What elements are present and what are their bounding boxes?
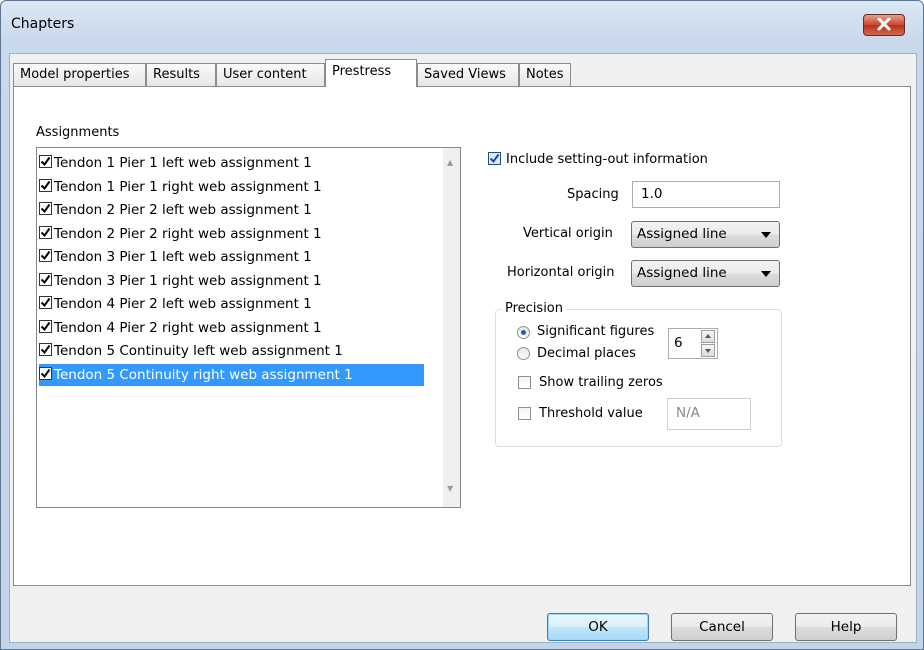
tab-results[interactable]: Results bbox=[146, 63, 216, 86]
item-checkbox[interactable] bbox=[39, 225, 52, 239]
list-item-label: Tendon 3 Pier 1 right web assignment 1 bbox=[54, 272, 322, 289]
item-checkbox[interactable] bbox=[39, 202, 52, 215]
vertical-origin-value: Assigned line bbox=[637, 226, 727, 242]
item-checkbox[interactable] bbox=[39, 319, 52, 333]
precision-digits-value: 6 bbox=[674, 335, 683, 351]
checkmark-icon bbox=[40, 180, 51, 190]
tab-saved-views[interactable]: Saved Views bbox=[417, 63, 519, 86]
list-item[interactable]: Tendon 4 Pier 2 left web assignment 1 bbox=[39, 293, 424, 315]
vertical-origin-label: Vertical origin bbox=[523, 226, 613, 241]
item-checkbox[interactable] bbox=[39, 155, 52, 168]
include-setting-out-label[interactable]: Include setting-out information bbox=[506, 152, 708, 167]
tab-model-properties[interactable]: Model properties bbox=[13, 63, 146, 86]
item-checkbox[interactable] bbox=[39, 343, 52, 356]
ok-button[interactable]: OK bbox=[547, 613, 649, 641]
list-item[interactable]: Tendon 1 Pier 1 left web assignment 1 bbox=[39, 152, 424, 174]
stepper-up-button[interactable] bbox=[701, 330, 715, 343]
stepper-down-button[interactable] bbox=[701, 344, 715, 357]
item-checkbox[interactable] bbox=[39, 249, 52, 262]
horizontal-origin-select[interactable]: Assigned line bbox=[631, 260, 780, 287]
assignments-label: Assignments bbox=[36, 125, 120, 140]
list-item[interactable]: Tendon 3 Pier 1 left web assignment 1 bbox=[39, 246, 424, 268]
list-item-label: Tendon 5 Continuity right web assignment… bbox=[54, 366, 353, 383]
list-item-label: Tendon 2 Pier 2 left web assignment 1 bbox=[54, 202, 312, 218]
list-item-label: Tendon 5 Continuity left web assignment … bbox=[54, 343, 343, 359]
checkmark-icon bbox=[40, 250, 51, 261]
significant-figures-label[interactable]: Significant figures bbox=[537, 324, 654, 339]
checkmark-icon bbox=[40, 227, 51, 237]
checkmark-icon bbox=[489, 153, 500, 164]
significant-figures-radio[interactable] bbox=[517, 326, 530, 339]
checkmark-icon bbox=[40, 297, 51, 308]
list-item[interactable]: Tendon 2 Pier 2 right web assignment 1 bbox=[39, 223, 424, 245]
precision-group-title: Precision bbox=[502, 301, 567, 316]
threshold-input[interactable]: N/A bbox=[667, 398, 751, 430]
show-trailing-zeros-checkbox[interactable] bbox=[518, 376, 531, 389]
checkmark-icon bbox=[40, 156, 51, 167]
close-icon bbox=[877, 18, 891, 31]
checkmark-icon bbox=[40, 368, 51, 378]
arrow-up-icon bbox=[705, 334, 711, 338]
arrow-down-icon bbox=[705, 349, 711, 353]
decimal-places-radio[interactable] bbox=[517, 347, 530, 360]
tab-user-content[interactable]: User content bbox=[216, 63, 325, 86]
close-button[interactable] bbox=[863, 14, 905, 36]
window-title: Chapters bbox=[11, 16, 75, 32]
cancel-button[interactable]: Cancel bbox=[671, 613, 773, 641]
checkmark-icon bbox=[40, 274, 51, 284]
threshold-checkbox[interactable] bbox=[518, 407, 531, 420]
checkmark-icon bbox=[40, 203, 51, 214]
help-button[interactable]: Help bbox=[795, 613, 897, 641]
horizontal-origin-label: Horizontal origin bbox=[507, 265, 615, 280]
spacing-label: Spacing bbox=[567, 187, 619, 202]
list-item-label: Tendon 1 Pier 1 right web assignment 1 bbox=[54, 178, 322, 195]
threshold-label[interactable]: Threshold value bbox=[539, 406, 643, 421]
include-setting-out-checkbox[interactable] bbox=[488, 152, 501, 165]
horizontal-origin-value: Assigned line bbox=[637, 265, 727, 281]
list-item[interactable]: Tendon 1 Pier 1 right web assignment 1 bbox=[39, 176, 424, 198]
list-item-label: Tendon 1 Pier 1 left web assignment 1 bbox=[54, 155, 312, 171]
chevron-down-icon bbox=[761, 271, 771, 277]
show-trailing-zeros-label[interactable]: Show trailing zeros bbox=[539, 375, 663, 390]
item-checkbox[interactable] bbox=[39, 366, 52, 380]
dialog-window: Chapters Model properties Results User c… bbox=[0, 0, 924, 650]
list-item[interactable]: Tendon 3 Pier 1 right web assignment 1 bbox=[39, 270, 424, 292]
list-item-label: Tendon 3 Pier 1 left web assignment 1 bbox=[54, 249, 312, 265]
list-item-label: Tendon 2 Pier 2 right web assignment 1 bbox=[54, 225, 322, 242]
assignments-list[interactable]: Tendon 1 Pier 1 left web assignment 1 Ten… bbox=[36, 147, 461, 508]
item-checkbox[interactable] bbox=[39, 272, 52, 286]
item-checkbox[interactable] bbox=[39, 296, 52, 309]
vertical-origin-select[interactable]: Assigned line bbox=[631, 221, 780, 248]
list-item-label: Tendon 4 Pier 2 left web assignment 1 bbox=[54, 296, 312, 312]
list-item[interactable]: Tendon 4 Pier 2 right web assignment 1 bbox=[39, 317, 424, 339]
list-item[interactable]: Tendon 5 Continuity left web assignment … bbox=[39, 340, 424, 362]
list-item[interactable]: Tendon 2 Pier 2 left web assignment 1 bbox=[39, 199, 424, 221]
tab-notes[interactable]: Notes bbox=[519, 63, 571, 86]
list-item[interactable]: Tendon 5 Continuity right web assignment… bbox=[39, 363, 424, 386]
spacing-input[interactable]: 1.0 bbox=[632, 181, 780, 208]
checkmark-icon bbox=[40, 321, 51, 331]
list-scrollbar[interactable]: ▲ ▼ bbox=[443, 148, 460, 507]
list-item-label: Tendon 4 Pier 2 right web assignment 1 bbox=[54, 319, 322, 336]
checkmark-icon bbox=[40, 344, 51, 355]
tab-prestress[interactable]: Prestress bbox=[325, 59, 417, 87]
title-bar[interactable]: Chapters bbox=[1, 1, 923, 45]
precision-digits-stepper[interactable]: 6 bbox=[668, 328, 718, 359]
scroll-down-icon[interactable]: ▼ bbox=[447, 484, 453, 493]
item-checkbox[interactable] bbox=[39, 178, 52, 192]
scroll-up-icon[interactable]: ▲ bbox=[447, 158, 453, 167]
decimal-places-label[interactable]: Decimal places bbox=[537, 346, 636, 361]
chevron-down-icon bbox=[761, 232, 771, 238]
